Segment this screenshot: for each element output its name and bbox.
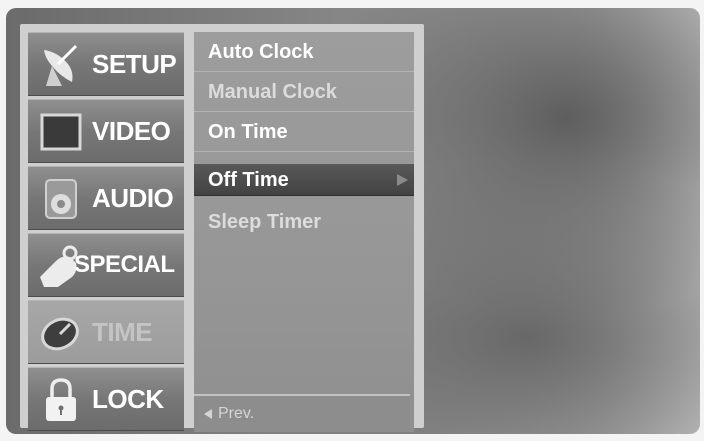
menu-item-label: Sleep Timer — [208, 211, 322, 233]
prev-label: Prev. — [218, 405, 255, 422]
screen-icon — [40, 113, 82, 151]
sidebar-item-time[interactable]: TIME — [28, 300, 184, 364]
menu-item-manual-clock[interactable]: Manual Clock — [194, 72, 414, 112]
sidebar-item-lock[interactable]: LOCK — [28, 367, 184, 431]
sidebar-item-label: TIME — [92, 316, 153, 347]
sidebar-item-label: VIDEO — [92, 115, 171, 146]
menu-item-label: On Time — [208, 121, 288, 143]
menu-item-label: Manual Clock — [208, 81, 337, 103]
menu-item-sleep-timer[interactable]: Sleep Timer — [194, 202, 414, 242]
menu-item-on-time[interactable]: On Time — [194, 112, 414, 152]
time-submenu: Auto Clock Manual Clock On Time Off Time… — [194, 32, 414, 432]
satellite-dish-icon — [44, 44, 78, 86]
sidebar-item-label: SETUP — [92, 48, 177, 79]
padlock-icon — [46, 378, 76, 421]
tv-screen: SETUP VIDEO AUDIO SPECIAL TIME LOCK Auto… — [6, 8, 700, 434]
sidebar-item-special[interactable]: SPECIAL — [28, 233, 184, 297]
sidebar-item-label: SPECIAL — [74, 251, 175, 278]
sidebar-item-label: AUDIO — [92, 182, 174, 213]
menu-item-label: Off Time — [208, 169, 289, 191]
menu-item-label: Auto Clock — [208, 41, 314, 63]
menu-item-off-time[interactable]: Off Time — [194, 164, 414, 196]
sidebar-item-setup[interactable]: SETUP — [28, 32, 184, 96]
sidebar-item-video[interactable]: VIDEO — [28, 99, 184, 163]
left-triangle-icon — [204, 409, 212, 419]
clock-icon — [41, 317, 79, 351]
menu-item-auto-clock[interactable]: Auto Clock — [194, 32, 414, 72]
sidebar-item-label: LOCK — [92, 383, 164, 414]
speaker-icon — [45, 179, 77, 219]
prev-button[interactable]: Prev. — [194, 394, 410, 432]
submenu-arrow-icon — [397, 174, 408, 186]
sidebar-item-audio[interactable]: AUDIO — [28, 166, 184, 230]
